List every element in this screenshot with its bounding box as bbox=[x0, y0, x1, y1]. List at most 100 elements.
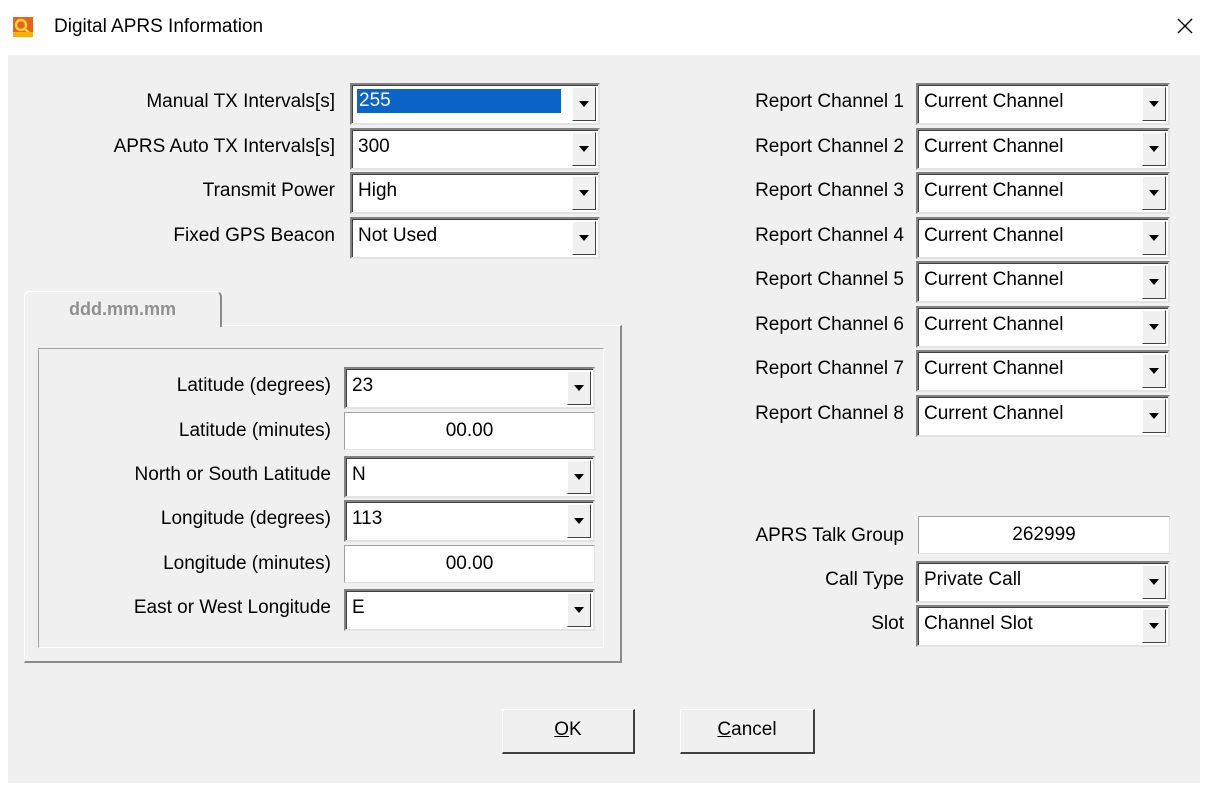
chevron-down-icon bbox=[1149, 234, 1159, 241]
dropdown-button[interactable] bbox=[1142, 87, 1166, 121]
report-channel-value: Current Channel bbox=[924, 224, 1064, 246]
chevron-down-icon bbox=[579, 146, 589, 152]
transmit-power-value: High bbox=[358, 180, 398, 201]
ew-longitude-label: East or West Longitude bbox=[133, 597, 331, 618]
report-channel-value: Current Channel bbox=[924, 180, 1064, 201]
dropdown-button[interactable] bbox=[1142, 354, 1166, 388]
fixed-gps-value: Not Used bbox=[358, 225, 438, 246]
close-icon bbox=[1177, 18, 1193, 34]
latitude-degrees-label: Latitude (degrees) bbox=[176, 375, 331, 396]
manual-tx-value: 255 bbox=[357, 89, 561, 113]
dropdown-button[interactable] bbox=[1142, 609, 1166, 643]
longitude-degrees-value: 113 bbox=[352, 508, 383, 529]
report-channel-5-combo[interactable]: Current Channel bbox=[916, 261, 1170, 303]
latitude-minutes-label: Latitude (minutes) bbox=[178, 420, 331, 441]
talk-group-field[interactable]: 262999 bbox=[918, 516, 1170, 554]
dropdown-button[interactable] bbox=[572, 132, 596, 166]
chevron-down-icon bbox=[1149, 279, 1159, 285]
longitude-degrees-label: Longitude (degrees) bbox=[160, 508, 331, 529]
dropdown-button[interactable] bbox=[1142, 565, 1166, 599]
dropdown-button[interactable] bbox=[1142, 176, 1166, 210]
app-logo-icon bbox=[13, 17, 33, 37]
dropdown-button[interactable] bbox=[572, 176, 596, 210]
latitude-degrees-value: 23 bbox=[352, 375, 374, 396]
ok-mnemonic: O bbox=[554, 719, 570, 740]
report-channel-label: Report Channel 1 bbox=[755, 91, 904, 112]
window-title: Digital APRS Information bbox=[54, 16, 264, 37]
report-channel-8-combo[interactable]: Current Channel bbox=[916, 394, 1170, 437]
dropdown-button[interactable] bbox=[1142, 220, 1166, 255]
chevron-down-icon bbox=[1149, 190, 1159, 196]
dropdown-button[interactable] bbox=[1142, 131, 1166, 166]
manual-tx-label: Manual TX Intervals[s] bbox=[146, 91, 335, 112]
transmit-power-combo[interactable]: High bbox=[350, 172, 600, 214]
slot-combo[interactable]: Channel Slot bbox=[916, 605, 1170, 647]
ns-latitude-combo[interactable]: N bbox=[344, 456, 595, 498]
call-type-label: Call Type bbox=[825, 569, 904, 590]
report-channel-6-combo[interactable]: Current Channel bbox=[916, 305, 1170, 348]
tab-joint bbox=[25, 323, 220, 327]
latitude-minutes-field[interactable]: 00.00 bbox=[344, 412, 595, 450]
chevron-down-icon bbox=[579, 235, 589, 241]
close-button[interactable] bbox=[1162, 0, 1208, 52]
dropdown-button[interactable] bbox=[572, 87, 596, 121]
tab-ddd-mm-mm[interactable]: ddd.mm.mm bbox=[24, 291, 222, 327]
talk-group-label: APRS Talk Group bbox=[755, 525, 904, 546]
slot-value: Channel Slot bbox=[924, 613, 1033, 634]
report-channel-label: Report Channel 6 bbox=[755, 313, 904, 335]
report-channel-label: Report Channel 2 bbox=[755, 135, 904, 157]
ok-button[interactable]: OK bbox=[502, 709, 635, 754]
ns-latitude-value: N bbox=[352, 464, 366, 485]
slot-label: Slot bbox=[871, 613, 904, 634]
dropdown-button[interactable] bbox=[572, 221, 596, 255]
chevron-down-icon bbox=[1149, 101, 1159, 107]
chevron-down-icon bbox=[579, 101, 589, 107]
report-channel-3-combo[interactable]: Current Channel bbox=[916, 172, 1170, 214]
longitude-degrees-combo[interactable]: 113 bbox=[344, 500, 595, 542]
transmit-power-label: Transmit Power bbox=[202, 180, 335, 201]
chevron-down-icon bbox=[574, 518, 584, 524]
dropdown-button[interactable] bbox=[1142, 398, 1166, 433]
dropdown-button[interactable] bbox=[567, 460, 591, 494]
dropdown-button[interactable] bbox=[567, 371, 591, 405]
report-channel-value: Current Channel bbox=[924, 358, 1064, 379]
chevron-down-icon bbox=[1149, 412, 1159, 419]
report-channel-label: Report Channel 5 bbox=[755, 269, 904, 290]
report-channel-1-combo[interactable]: Current Channel bbox=[916, 83, 1170, 125]
auto-tx-value: 300 bbox=[358, 136, 390, 157]
chevron-down-icon bbox=[574, 607, 584, 613]
chevron-down-icon bbox=[574, 474, 584, 480]
cancel-label: ancel bbox=[731, 719, 777, 740]
dropdown-button[interactable] bbox=[1142, 265, 1166, 299]
longitude-minutes-field[interactable]: 00.00 bbox=[344, 545, 595, 583]
dropdown-button[interactable] bbox=[567, 504, 591, 538]
dropdown-button[interactable] bbox=[567, 593, 591, 627]
dropdown-button[interactable] bbox=[1142, 309, 1166, 344]
chevron-down-icon bbox=[1149, 323, 1159, 330]
chevron-down-icon bbox=[1149, 368, 1159, 374]
auto-tx-label: APRS Auto TX Intervals[s] bbox=[113, 136, 335, 157]
report-channel-7-combo[interactable]: Current Channel bbox=[916, 350, 1170, 392]
ok-label: K bbox=[569, 719, 582, 740]
auto-tx-combo[interactable]: 300 bbox=[350, 128, 600, 170]
report-channel-value: Current Channel bbox=[924, 313, 1064, 335]
call-type-combo[interactable]: Private Call bbox=[916, 561, 1170, 603]
ew-longitude-value: E bbox=[352, 597, 365, 618]
fixed-gps-label: Fixed GPS Beacon bbox=[173, 225, 335, 246]
report-channel-label: Report Channel 7 bbox=[755, 358, 904, 379]
latitude-degrees-combo[interactable]: 23 bbox=[344, 367, 595, 409]
report-channel-4-combo[interactable]: Current Channel bbox=[916, 216, 1170, 259]
manual-tx-combo[interactable]: 255 bbox=[350, 83, 600, 125]
report-channel-2-combo[interactable]: Current Channel bbox=[916, 127, 1170, 170]
ew-longitude-combo[interactable]: E bbox=[344, 589, 595, 631]
report-channel-label: Report Channel 8 bbox=[755, 402, 904, 424]
chevron-down-icon bbox=[1149, 579, 1159, 585]
report-channel-label: Report Channel 4 bbox=[755, 224, 904, 246]
fixed-gps-combo[interactable]: Not Used bbox=[350, 217, 600, 259]
ns-latitude-label: North or South Latitude bbox=[134, 464, 331, 485]
chevron-down-icon bbox=[579, 190, 589, 196]
call-type-value: Private Call bbox=[924, 569, 1022, 590]
longitude-minutes-label: Longitude (minutes) bbox=[163, 553, 331, 574]
cancel-mnemonic: C bbox=[717, 719, 732, 740]
cancel-button[interactable]: Cancel bbox=[680, 709, 815, 754]
